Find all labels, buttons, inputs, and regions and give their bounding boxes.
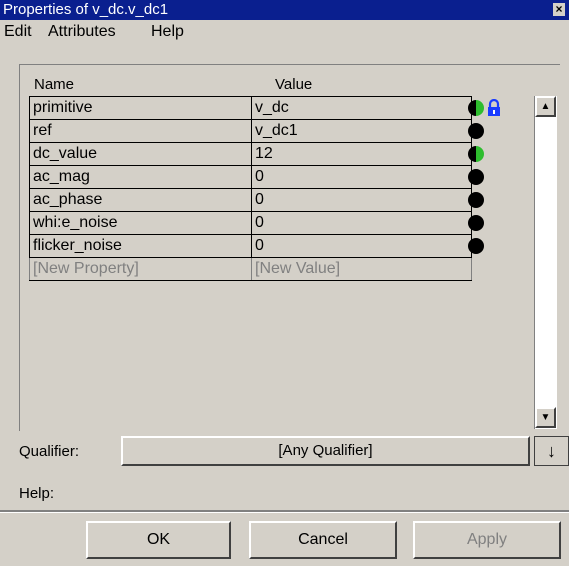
property-value[interactable]: v_dc xyxy=(252,97,472,119)
help-label: Help: xyxy=(19,485,55,502)
window-title: Properties of v_dc.v_dc1 xyxy=(3,1,169,18)
title-bar[interactable]: Properties of v_dc.v_dc1 × xyxy=(0,0,569,20)
close-button[interactable]: × xyxy=(553,3,565,16)
menu-help[interactable]: Help xyxy=(151,23,184,41)
table-row[interactable]: dc_value 12 xyxy=(29,143,472,166)
property-value[interactable]: 0 xyxy=(252,166,472,188)
table-row[interactable]: ac_mag 0 xyxy=(29,166,472,189)
header-name: Name xyxy=(34,76,75,93)
apply-button[interactable]: Apply xyxy=(413,521,561,559)
property-name[interactable]: dc_value xyxy=(29,143,252,165)
table-row[interactable]: primitive v_dc xyxy=(29,97,472,120)
properties-grid: primitive v_dc ref v_dc1 dc_value 12 ac_… xyxy=(29,97,472,328)
cancel-button[interactable]: Cancel xyxy=(249,521,397,559)
table-row[interactable]: ref v_dc1 xyxy=(29,120,472,143)
property-value[interactable]: 0 xyxy=(252,212,472,234)
lock-icon[interactable] xyxy=(487,99,501,117)
menu-attributes[interactable]: Attributes xyxy=(48,23,116,41)
status-dot-black-icon[interactable] xyxy=(468,238,484,254)
scroll-down-button[interactable]: ▼ xyxy=(535,407,556,428)
status-dot-black-icon[interactable] xyxy=(468,215,484,231)
property-value[interactable]: 0 xyxy=(252,189,472,211)
divider xyxy=(0,510,569,513)
property-value[interactable]: 0 xyxy=(252,235,472,257)
properties-window: Properties of v_dc.v_dc1 × Edit Attribut… xyxy=(0,0,569,566)
property-name[interactable]: ac_phase xyxy=(29,189,252,211)
status-dot-green-icon[interactable] xyxy=(468,100,484,116)
status-dot-black-icon[interactable] xyxy=(468,192,484,208)
table-row[interactable]: ac_phase 0 xyxy=(29,189,472,212)
property-name[interactable]: ac_mag xyxy=(29,166,252,188)
status-dot-green-icon[interactable] xyxy=(468,146,484,162)
property-value[interactable]: 12 xyxy=(252,143,472,165)
header-value: Value xyxy=(275,76,313,93)
new-property-name[interactable]: [New Property] xyxy=(29,258,252,280)
new-property-row[interactable]: [New Property] [New Value] xyxy=(29,258,472,281)
qualifier-label: Qualifier: xyxy=(19,443,80,460)
property-name[interactable]: flicker_noise xyxy=(29,235,252,257)
status-dot-black-icon[interactable] xyxy=(468,169,484,185)
qualifier-dropdown[interactable]: [Any Qualifier] xyxy=(121,436,530,466)
status-dot-black-icon[interactable] xyxy=(468,123,484,139)
vertical-scrollbar[interactable]: ▲ ▼ xyxy=(534,96,557,429)
property-name[interactable]: whi:e_noise xyxy=(29,212,252,234)
property-value[interactable]: v_dc1 xyxy=(252,120,472,142)
scroll-up-button[interactable]: ▲ xyxy=(535,96,556,117)
table-row[interactable]: whi:e_noise 0 xyxy=(29,212,472,235)
ok-button[interactable]: OK xyxy=(86,521,231,559)
qualifier-dropdown-button[interactable]: ↓ xyxy=(534,436,569,466)
menu-bar: Edit Attributes Help xyxy=(0,20,569,44)
property-name[interactable]: ref xyxy=(29,120,252,142)
new-property-value[interactable]: [New Value] xyxy=(252,258,472,280)
table-row[interactable]: flicker_noise 0 xyxy=(29,235,472,258)
menu-edit[interactable]: Edit xyxy=(4,23,32,41)
property-name[interactable]: primitive xyxy=(29,97,252,119)
